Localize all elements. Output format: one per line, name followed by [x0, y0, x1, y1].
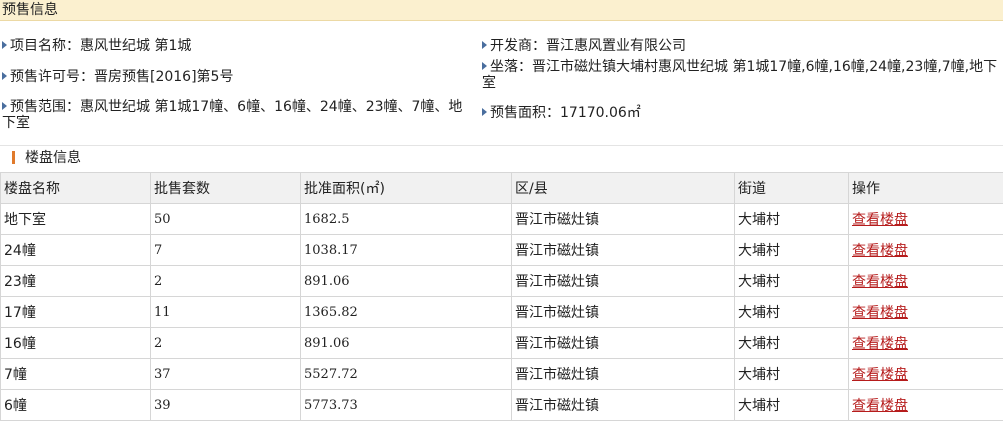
approved-area: 891.06 [300, 265, 512, 297]
table-row: 6幢 39 5773.73 晋江市磁灶镇 大埔村 查看楼盘 [0, 389, 1003, 421]
street: 大埔村 [734, 203, 849, 235]
table-row: 17幢 11 1365.82 晋江市磁灶镇 大埔村 查看楼盘 [0, 296, 1003, 328]
table-row: 24幢 7 1038.17 晋江市磁灶镇 大埔村 查看楼盘 [0, 234, 1003, 266]
presale-license: 预售许可号：晋房预售[2016]第5号 [10, 69, 234, 85]
approved-area: 1038.17 [300, 234, 512, 266]
view-building-cell: 查看楼盘 [848, 389, 1003, 421]
table-row: 7幢 37 5527.72 晋江市磁灶镇 大埔村 查看楼盘 [0, 358, 1003, 390]
building-name: 17幢 [0, 296, 151, 328]
view-building-link[interactable]: 查看楼盘 [852, 274, 908, 290]
table-row: 23幢 2 891.06 晋江市磁灶镇 大埔村 查看楼盘 [0, 265, 1003, 297]
units-count: 2 [150, 327, 301, 359]
district: 晋江市磁灶镇 [511, 327, 735, 359]
district: 晋江市磁灶镇 [511, 389, 735, 421]
units-count: 37 [150, 358, 301, 390]
approved-area: 5773.73 [300, 389, 512, 421]
view-building-cell: 查看楼盘 [848, 327, 1003, 359]
developer: 开发商：晋江惠风置业有限公司 [490, 38, 686, 54]
approved-area: 891.06 [300, 327, 512, 359]
table-row: 地下室 50 1682.5 晋江市磁灶镇 大埔村 查看楼盘 [0, 203, 1003, 235]
building-name: 7幢 [0, 358, 151, 390]
table-row: 16幢 2 891.06 晋江市磁灶镇 大埔村 查看楼盘 [0, 327, 1003, 359]
street: 大埔村 [734, 296, 849, 328]
project-name: 项目名称：惠风世纪城 第1城 [10, 38, 192, 54]
view-building-link[interactable]: 查看楼盘 [852, 367, 908, 383]
area-row: 预售面积：17170.06㎡ [482, 105, 1002, 121]
street: 大埔村 [734, 234, 849, 266]
view-building-link[interactable]: 查看楼盘 [852, 212, 908, 228]
view-building-cell: 查看楼盘 [848, 358, 1003, 390]
presale-scope: 预售范围：惠风世纪城 第1城17幢、6幢、16幢、24幢、23幢、7幢、地下室 [2, 99, 463, 131]
col-header-name: 楼盘名称 [0, 172, 151, 204]
location: 坐落：晋江市磁灶镇大埔村惠风世纪城 第1城17幢,6幢,16幢,24幢,23幢,… [482, 59, 998, 91]
triangle-right-icon [2, 41, 7, 49]
view-building-link[interactable]: 查看楼盘 [852, 243, 908, 259]
building-name: 6幢 [0, 389, 151, 421]
triangle-right-icon [2, 102, 7, 110]
col-header-street: 街道 [734, 172, 849, 204]
building-table: 楼盘名称 批售套数 批准面积(㎡) 区/县 街道 操作 地下室 50 1682.… [0, 172, 1003, 421]
presale-area: 预售面积：17170.06㎡ [490, 105, 641, 121]
col-header-action: 操作 [848, 172, 1003, 204]
col-header-area: 批准面积(㎡) [300, 172, 512, 204]
units-count: 7 [150, 234, 301, 266]
view-building-cell: 查看楼盘 [848, 234, 1003, 266]
building-name: 24幢 [0, 234, 151, 266]
street: 大埔村 [734, 358, 849, 390]
district: 晋江市磁灶镇 [511, 358, 735, 390]
view-building-cell: 查看楼盘 [848, 296, 1003, 328]
triangle-right-icon [482, 108, 487, 116]
district: 晋江市磁灶镇 [511, 265, 735, 297]
view-building-link[interactable]: 查看楼盘 [852, 305, 908, 321]
approved-area: 5527.72 [300, 358, 512, 390]
building-info-title: 楼盘信息 [25, 150, 81, 166]
triangle-right-icon [2, 72, 7, 80]
district: 晋江市磁灶镇 [511, 234, 735, 266]
building-name: 地下室 [0, 203, 151, 235]
district: 晋江市磁灶镇 [511, 296, 735, 328]
district: 晋江市磁灶镇 [511, 203, 735, 235]
view-building-link[interactable]: 查看楼盘 [852, 398, 908, 414]
presale-info-page: 预售信息 项目名称：惠风世纪城 第1城 预售许可号：晋房预售[2016]第5号 … [0, 0, 1003, 429]
units-count: 11 [150, 296, 301, 328]
col-header-district: 区/县 [511, 172, 735, 204]
project-name-row: 项目名称：惠风世纪城 第1城 [2, 38, 472, 54]
approved-area: 1365.82 [300, 296, 512, 328]
scope-row: 预售范围：惠风世纪城 第1城17幢、6幢、16幢、24幢、23幢、7幢、地下室 [2, 99, 472, 131]
building-name: 16幢 [0, 327, 151, 359]
triangle-right-icon [482, 62, 487, 70]
view-building-cell: 查看楼盘 [848, 203, 1003, 235]
location-row: 坐落：晋江市磁灶镇大埔村惠风世纪城 第1城17幢,6幢,16幢,24幢,23幢,… [482, 59, 1002, 91]
triangle-right-icon [482, 41, 487, 49]
street: 大埔村 [734, 389, 849, 421]
table-header-row: 楼盘名称 批售套数 批准面积(㎡) 区/县 街道 操作 [0, 172, 1003, 204]
developer-row: 开发商：晋江惠风置业有限公司 [482, 38, 1002, 54]
project-info: 项目名称：惠风世纪城 第1城 预售许可号：晋房预售[2016]第5号 预售范围：… [0, 38, 1003, 140]
building-name: 23幢 [0, 265, 151, 297]
street: 大埔村 [734, 327, 849, 359]
license-row: 预售许可号：晋房预售[2016]第5号 [2, 69, 472, 85]
units-count: 39 [150, 389, 301, 421]
view-building-cell: 查看楼盘 [848, 265, 1003, 297]
approved-area: 1682.5 [300, 203, 512, 235]
col-header-units: 批售套数 [150, 172, 301, 204]
orange-bar-icon [12, 151, 15, 164]
units-count: 50 [150, 203, 301, 235]
view-building-link[interactable]: 查看楼盘 [852, 336, 908, 352]
units-count: 2 [150, 265, 301, 297]
building-info-header: 楼盘信息 [0, 145, 1003, 170]
section-title-presale: 预售信息 [0, 0, 1003, 21]
street: 大埔村 [734, 265, 849, 297]
